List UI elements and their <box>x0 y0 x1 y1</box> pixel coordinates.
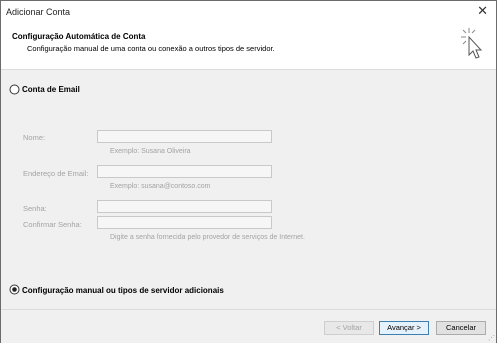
confirm-password-label: Confirmar Senha: <box>23 220 82 229</box>
add-account-dialog: Adicionar Conta ✕ Configuração Automátic… <box>0 0 497 343</box>
resize-grip-icon[interactable]: ⋰ <box>488 334 495 342</box>
email-hint: Exemplo: susana@contoso.com <box>110 183 211 190</box>
header-subtitle: Configuração manual de uma conta ou cone… <box>27 44 275 53</box>
cancel-button[interactable]: Cancelar <box>436 321 486 335</box>
email-input[interactable] <box>97 165 272 178</box>
name-hint: Exemplo: Susana Oliveira <box>110 148 191 155</box>
header-title: Configuração Automática de Conta <box>12 32 146 41</box>
email-label: Endereço de Email: <box>23 169 89 178</box>
manual-config-radio[interactable] <box>9 284 20 295</box>
next-button[interactable]: Avançar > <box>379 321 429 335</box>
close-icon[interactable]: ✕ <box>477 4 488 18</box>
email-account-radio[interactable] <box>9 84 20 95</box>
magic-cursor-icon <box>461 28 483 59</box>
window-title: Adicionar Conta <box>6 7 71 17</box>
name-label: Nome: <box>23 133 46 142</box>
back-button[interactable]: < Voltar <box>324 321 374 335</box>
title-bar: Adicionar Conta ✕ <box>1 1 496 23</box>
name-input[interactable] <box>97 130 272 143</box>
button-bar: < Voltar Avançar > Cancelar ⋰ <box>1 309 496 343</box>
wizard-header: Configuração Automática de Conta Configu… <box>1 23 496 70</box>
manual-config-label[interactable]: Configuração manual ou tipos de servidor… <box>22 286 224 295</box>
password-label: Senha: <box>23 204 47 213</box>
password-hint: Digite a senha fornecida pelo provedor d… <box>110 234 305 241</box>
password-input[interactable] <box>97 200 272 213</box>
email-account-label[interactable]: Conta de Email <box>22 85 80 94</box>
confirm-password-input[interactable] <box>97 216 272 229</box>
